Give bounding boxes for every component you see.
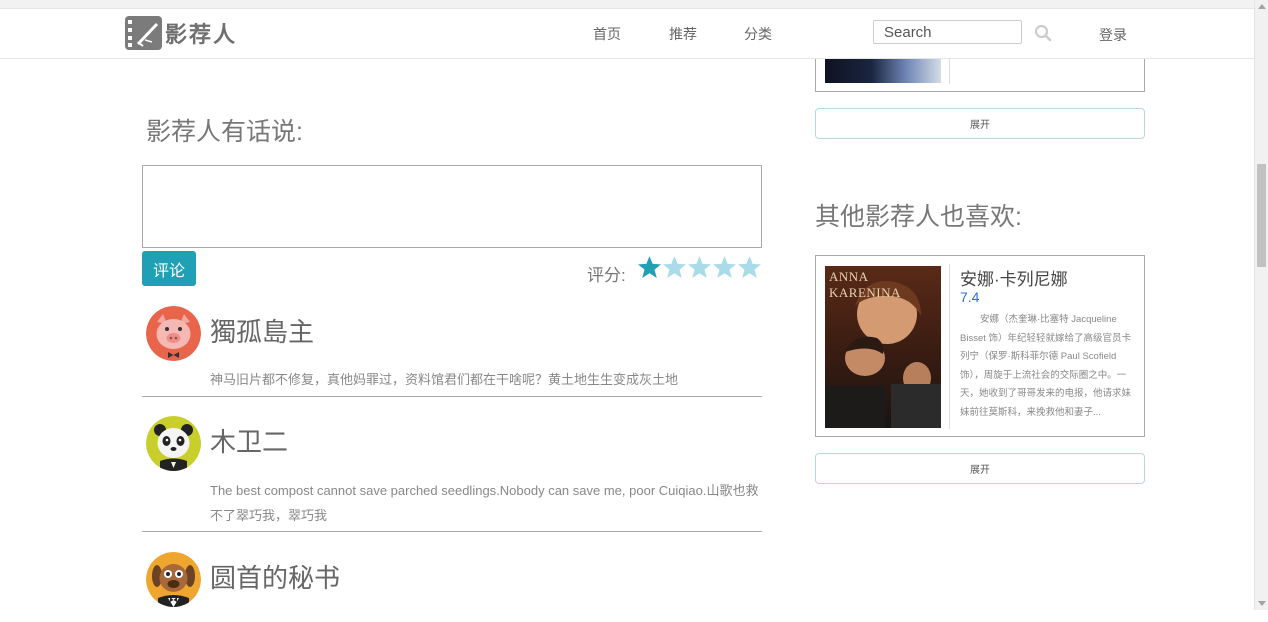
search-icon[interactable] bbox=[1034, 24, 1052, 42]
panda-avatar-icon bbox=[146, 416, 201, 471]
comment-textarea[interactable] bbox=[142, 165, 762, 248]
nav-recommend-link[interactable]: 推荐 bbox=[669, 24, 697, 44]
rating-label: 评分: bbox=[587, 266, 626, 285]
expand-button[interactable]: 展开 bbox=[815, 453, 1145, 484]
submit-comment-button[interactable]: 评论 bbox=[142, 251, 196, 286]
comment-heading: 影荐人有话说: bbox=[146, 118, 303, 146]
comment-username[interactable]: 圆首的秘书 bbox=[210, 558, 340, 595]
poster-title-text: ANNA KARENINA bbox=[829, 269, 901, 300]
logo-text: 影荐人 bbox=[165, 22, 238, 47]
nav-home-link[interactable]: 首页 bbox=[593, 24, 621, 44]
rating-star-1-icon[interactable] bbox=[637, 253, 662, 281]
comment-item: 木卫二 The best compost cannot save parched… bbox=[142, 397, 762, 532]
login-link[interactable]: 登录 bbox=[1099, 25, 1127, 45]
comment-username[interactable]: 木卫二 bbox=[210, 422, 288, 459]
movie-score: 7.4 bbox=[960, 289, 980, 305]
movie-description: 安娜（杰奎琳·比塞特 Jacqueline Bisset 饰）年纪轻轻就嫁给了高… bbox=[960, 314, 1132, 418]
movie-poster[interactable]: ANNA KARENINA bbox=[825, 266, 941, 428]
page-scrollbar[interactable] bbox=[1254, 0, 1268, 610]
browser-top-strip bbox=[0, 0, 1254, 9]
comment-text: The best compost cannot save parched see… bbox=[210, 483, 759, 523]
movie-poster-clipped[interactable] bbox=[825, 59, 941, 83]
rating-star-5-icon[interactable] bbox=[737, 253, 762, 281]
sidebar-heading: 其他影荐人也喜欢: bbox=[815, 203, 1022, 231]
expand-button[interactable]: 展开 bbox=[815, 108, 1145, 139]
scroll-down-arrow-icon[interactable] bbox=[1258, 601, 1266, 606]
scroll-up-arrow-icon[interactable] bbox=[1258, 4, 1266, 9]
card-divider bbox=[949, 59, 950, 84]
rating-star-4-icon[interactable] bbox=[712, 253, 737, 281]
search-input[interactable] bbox=[873, 20, 1022, 44]
rating-stars bbox=[637, 253, 762, 281]
site-logo[interactable]: 影荐人 bbox=[125, 16, 237, 50]
nav-category-link[interactable]: 分类 bbox=[744, 24, 772, 44]
comment-item: 獨孤島主 神马旧片都不修复，真他妈罪过，资料馆君们都在干啥呢？黄土地生生变成灰土… bbox=[142, 296, 762, 397]
navbar: 影荐人 首页 推荐 分类 登录 bbox=[0, 9, 1254, 59]
comment-username[interactable]: 獨孤島主 bbox=[210, 312, 314, 349]
comment-item: 圆首的秘书 bbox=[142, 532, 762, 622]
rating-star-2-icon[interactable] bbox=[662, 253, 687, 281]
scrollbar-thumb[interactable] bbox=[1257, 164, 1266, 267]
card-divider bbox=[949, 264, 950, 429]
dog-avatar-icon bbox=[146, 552, 201, 607]
comment-text: 神马旧片都不修复，真他妈罪过，资料馆君们都在干啥呢？黄土地生生变成灰土地 bbox=[210, 372, 679, 387]
pig-avatar-icon bbox=[146, 306, 201, 361]
rating-star-3-icon[interactable] bbox=[687, 253, 712, 281]
film-logo-icon bbox=[125, 16, 162, 50]
movie-title[interactable]: 安娜·卡列尼娜 bbox=[960, 265, 1068, 290]
